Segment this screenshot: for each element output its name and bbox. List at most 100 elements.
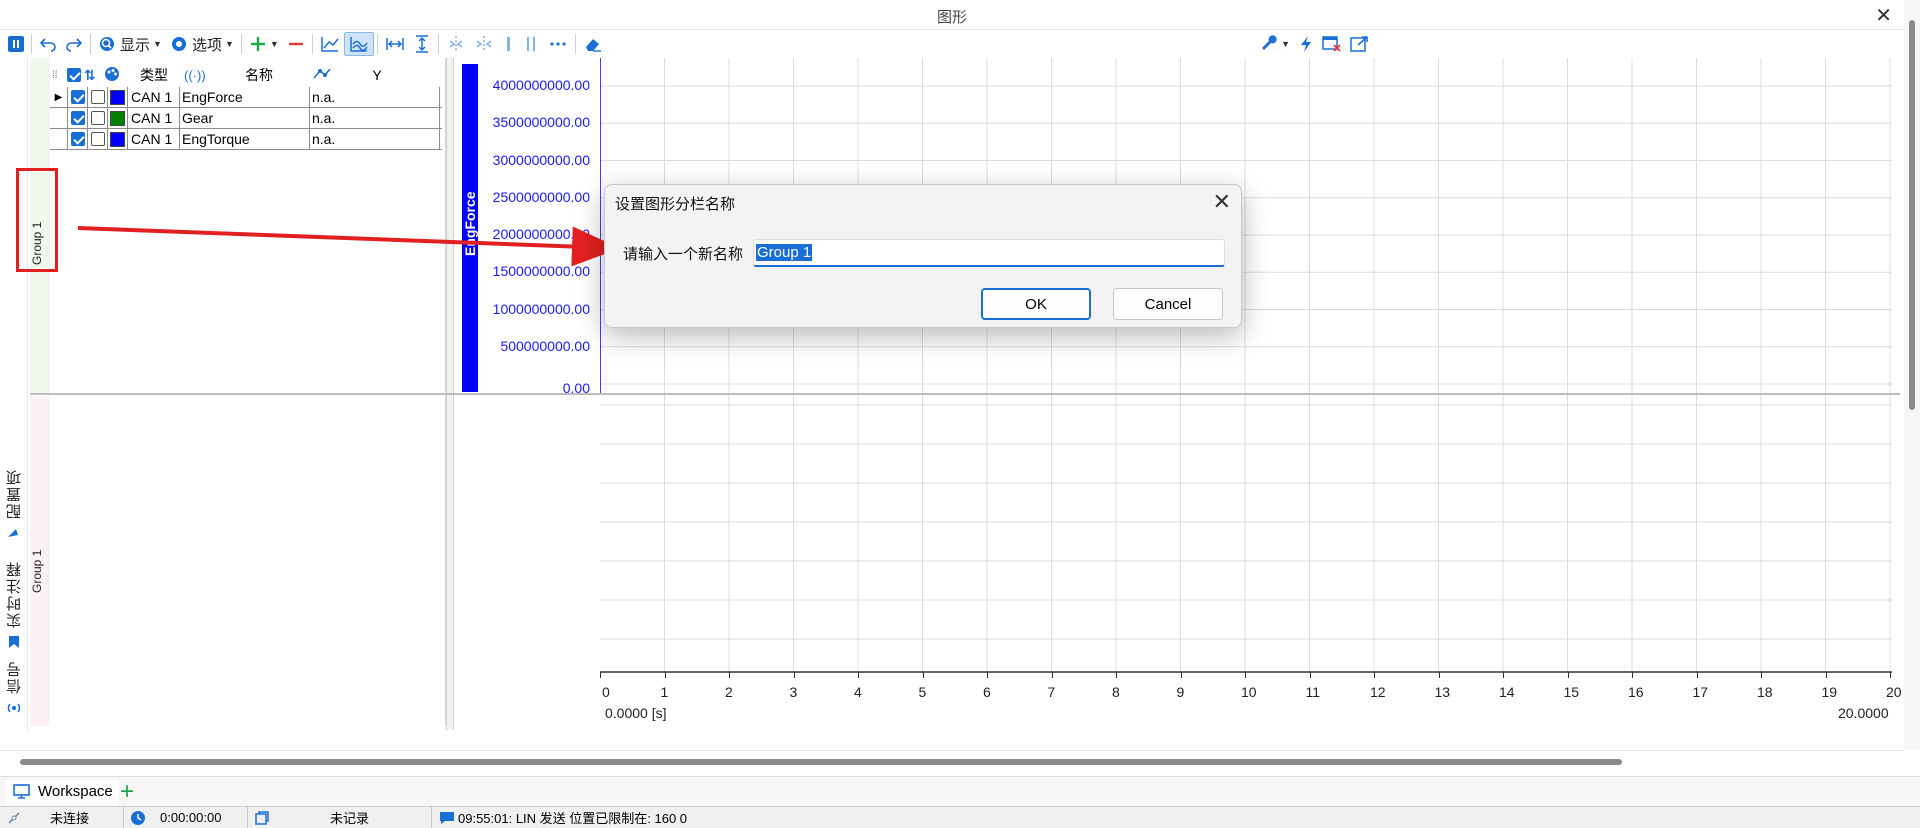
row-visible-checkbox-cell[interactable] — [68, 128, 88, 150]
row-option-checkbox-cell[interactable] — [88, 128, 108, 150]
close-window-button[interactable]: ✕ — [1875, 3, 1892, 28]
add-workspace-button[interactable]: + — [120, 778, 134, 806]
fit-horizontal-icon — [386, 38, 404, 50]
header-name[interactable]: 名称 — [206, 65, 312, 85]
cancel-button[interactable]: Cancel — [1113, 288, 1223, 320]
wrench-icon — [1262, 35, 1277, 50]
y-tick-label: 1000000000.00 — [492, 300, 590, 317]
ellipsis-icon — [550, 42, 566, 46]
tab-workspace[interactable]: Workspace — [6, 779, 119, 805]
undo-button[interactable] — [35, 32, 61, 56]
table-row[interactable]: CAN 1 EngTorque n.a. — [50, 128, 442, 150]
row-visible-checkbox-cell[interactable] — [68, 86, 88, 108]
fit-horizontal-button[interactable] — [381, 32, 409, 56]
tools-menu-button[interactable]: ▼ — [1256, 32, 1294, 56]
table-row[interactable]: CAN 1 Gear n.a. — [50, 107, 442, 129]
tab-config[interactable]: 配置项 — [0, 468, 28, 541]
x-tick-mark — [1696, 672, 1698, 678]
line-chart-button[interactable] — [316, 32, 344, 56]
row-option-checkbox-cell[interactable] — [88, 86, 108, 108]
header-type[interactable]: 类型 — [124, 65, 184, 85]
x-tick-mark — [664, 672, 666, 678]
ok-button[interactable]: OK — [981, 288, 1091, 320]
horizontal-scrollbar[interactable] — [0, 750, 1904, 768]
dialog-close-button[interactable]: ✕ — [1213, 189, 1231, 215]
scrollbar-thumb[interactable] — [1909, 20, 1915, 410]
clear-window-button[interactable] — [1318, 32, 1346, 56]
row-visible-checkbox[interactable] — [70, 132, 85, 146]
tab-annotations[interactable]: 实时注释 — [0, 560, 28, 650]
row-color-cell[interactable] — [108, 107, 128, 129]
fit-vertical-button[interactable] — [409, 32, 435, 56]
tab-signals[interactable]: 信号 — [0, 660, 28, 716]
color-swatch[interactable] — [110, 131, 125, 147]
options-menu-label: 选项 — [191, 36, 222, 54]
row-visible-checkbox[interactable] — [70, 111, 85, 125]
magnifier-icon — [100, 37, 114, 51]
color-swatch[interactable] — [110, 110, 125, 126]
table-row[interactable]: ▶ CAN 1 EngForce n.a. — [50, 86, 442, 108]
add-signal-button[interactable]: ▼ — [245, 32, 283, 56]
multi-line-chart-button[interactable] — [343, 32, 374, 56]
double-cursor-icon — [526, 37, 535, 51]
more-button[interactable] — [544, 32, 572, 56]
tab-annotations-label: 实时注释 — [5, 560, 23, 628]
x-tick-label: 5 — [918, 684, 927, 700]
x-tick-label: 8 — [1112, 684, 1120, 700]
x-tick-label: 0 — [602, 684, 610, 700]
check-all-checkbox[interactable] — [67, 68, 81, 82]
pause-button[interactable] — [4, 32, 28, 56]
single-cursor-icon — [506, 37, 510, 51]
color-swatch[interactable] — [110, 89, 125, 105]
status-bar: 未连接 0:00:00:00 未记录 09:55:01: LIN 发送 位置已限… — [0, 806, 1920, 828]
row-visible-checkbox-cell[interactable] — [68, 107, 88, 129]
group-name-input-value[interactable]: Group 1 — [756, 244, 813, 261]
row-option-checkbox[interactable] — [90, 90, 105, 104]
row-option-checkbox-cell[interactable] — [88, 107, 108, 129]
diff-cursor-button[interactable] — [470, 32, 498, 56]
row-color-cell[interactable] — [108, 128, 128, 150]
x-tick-mark — [1761, 672, 1762, 678]
settings-arrow-icon — [8, 529, 18, 537]
sort-icon[interactable]: ⇅ — [84, 67, 104, 84]
group-name-input[interactable]: Group 1 — [753, 239, 1225, 267]
row-option-checkbox[interactable] — [90, 132, 105, 146]
double-cursor-button[interactable] — [520, 32, 544, 56]
x-tick-label: 13 — [1434, 684, 1451, 700]
signal-table: ⁞⁞ ⇅ 类型 ((·)) 名称 Y ▶ CAN 1 EngForce n.a.… — [50, 58, 446, 394]
tab-config-label: 配置项 — [5, 468, 23, 519]
row-option-checkbox[interactable] — [90, 111, 105, 125]
redo-button[interactable] — [61, 32, 87, 56]
group-strip-2[interactable]: Group 1 — [30, 396, 50, 726]
chart-plot-area-2[interactable] — [600, 395, 1892, 673]
eraser-button[interactable] — [579, 32, 607, 56]
signal-table-header: ⁞⁞ ⇅ 类型 ((·)) 名称 Y — [50, 64, 446, 86]
options-menu-button[interactable]: 选项 ▼ — [166, 32, 238, 56]
scrollbar-thumb[interactable] — [20, 759, 1622, 765]
row-visible-checkbox[interactable] — [70, 90, 85, 104]
toolbar-separator — [574, 34, 576, 54]
x-tick-label: 12 — [1370, 684, 1386, 700]
pause-icon — [8, 36, 24, 52]
x-tick-mark — [858, 672, 859, 678]
signal-table-group-2 — [50, 396, 446, 726]
x-tick-label: 2 — [725, 684, 733, 700]
export-button[interactable] — [1346, 32, 1374, 56]
graph-nodes-icon — [312, 66, 342, 85]
display-menu-button[interactable]: 显示 ▼ — [94, 32, 166, 56]
group-2-label[interactable]: Group 1 — [30, 526, 50, 616]
row-color-cell[interactable] — [108, 86, 128, 108]
trigger-button[interactable] — [1294, 32, 1318, 56]
x-tick-mark — [1567, 672, 1569, 678]
header-check-all[interactable] — [64, 68, 84, 82]
remove-signal-button[interactable] — [283, 32, 309, 56]
horizontal-splitter[interactable] — [30, 393, 1900, 395]
measure-cursor-button[interactable] — [442, 32, 470, 56]
row-type: CAN 1 — [128, 107, 180, 129]
toolbar-separator — [240, 34, 242, 54]
vertical-scrollbar[interactable] — [1904, 0, 1920, 750]
x-tick-mark — [793, 672, 795, 678]
column-chooser-icon[interactable]: ⁞⁞ — [50, 70, 64, 81]
single-cursor-button[interactable] — [498, 32, 520, 56]
header-y[interactable]: Y — [342, 67, 412, 83]
